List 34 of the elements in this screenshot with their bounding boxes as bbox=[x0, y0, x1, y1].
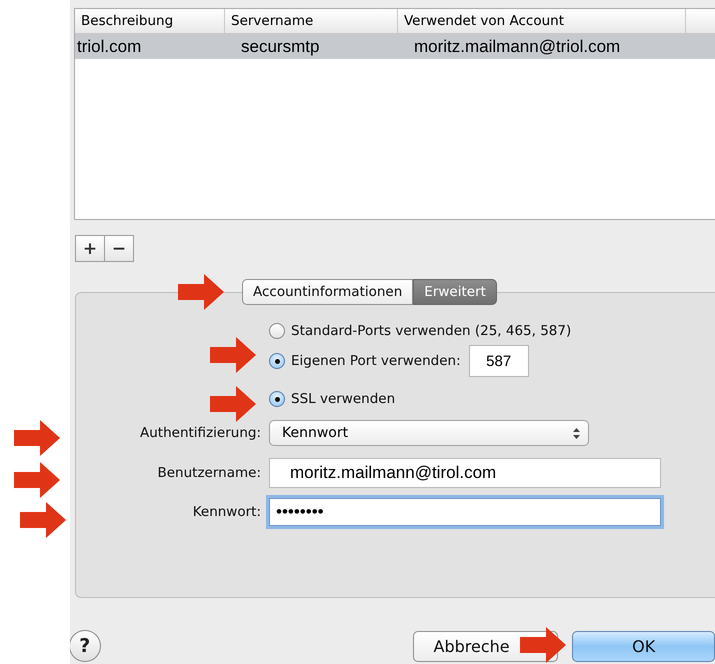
ok-button[interactable]: OK bbox=[572, 630, 715, 662]
annotation-arrow bbox=[20, 502, 66, 538]
radio-button[interactable] bbox=[269, 353, 285, 369]
radio-button[interactable] bbox=[269, 391, 285, 407]
field-label: Authentifizierung: bbox=[139, 425, 261, 441]
radio-button[interactable] bbox=[269, 323, 285, 339]
radio-label: SSL verwenden bbox=[291, 391, 396, 407]
column-header[interactable]: Verwendet von Account bbox=[398, 9, 686, 33]
field-label: Benutzername: bbox=[156, 465, 261, 481]
port-field[interactable]: 587 bbox=[468, 345, 529, 377]
table-cell-text: triol.com bbox=[76, 36, 142, 58]
tab[interactable]: Erweitert bbox=[413, 279, 497, 305]
annotation-arrow bbox=[178, 274, 224, 310]
radio-label: Standard-Ports verwenden (25, 465, 587) bbox=[291, 323, 572, 339]
annotation-arrow bbox=[14, 420, 60, 456]
annotation-arrow bbox=[210, 337, 256, 373]
field-label: Kennwort: bbox=[192, 504, 261, 520]
remove-button[interactable]: − bbox=[104, 235, 134, 262]
radio-label: Eigenen Port verwenden: bbox=[291, 353, 461, 369]
stepper-arrows-icon bbox=[573, 428, 580, 438]
annotation-arrow bbox=[210, 386, 256, 422]
annotation-arrow bbox=[14, 462, 60, 498]
table-row[interactable]: triol.com secursmtp moritz.mailmann@triol.com bbox=[75, 34, 715, 59]
table-cell-text: moritz.mailmann@triol.com bbox=[413, 36, 622, 58]
username-field[interactable]: moritz.mailmann@tirol.com bbox=[269, 458, 661, 488]
column-header[interactable]: Beschreibung bbox=[75, 9, 225, 33]
tab[interactable]: Accountinformationen bbox=[242, 279, 414, 305]
annotation-arrow bbox=[520, 627, 566, 663]
column-header[interactable]: Servername bbox=[225, 9, 398, 33]
add-button[interactable]: + bbox=[75, 235, 105, 262]
help-button[interactable]: ? bbox=[70, 630, 100, 662]
table-cell-text: secursmtp bbox=[240, 36, 320, 58]
authentication-popup[interactable]: Kennwort bbox=[269, 420, 589, 446]
password-field[interactable]: •••••••• bbox=[269, 498, 661, 526]
